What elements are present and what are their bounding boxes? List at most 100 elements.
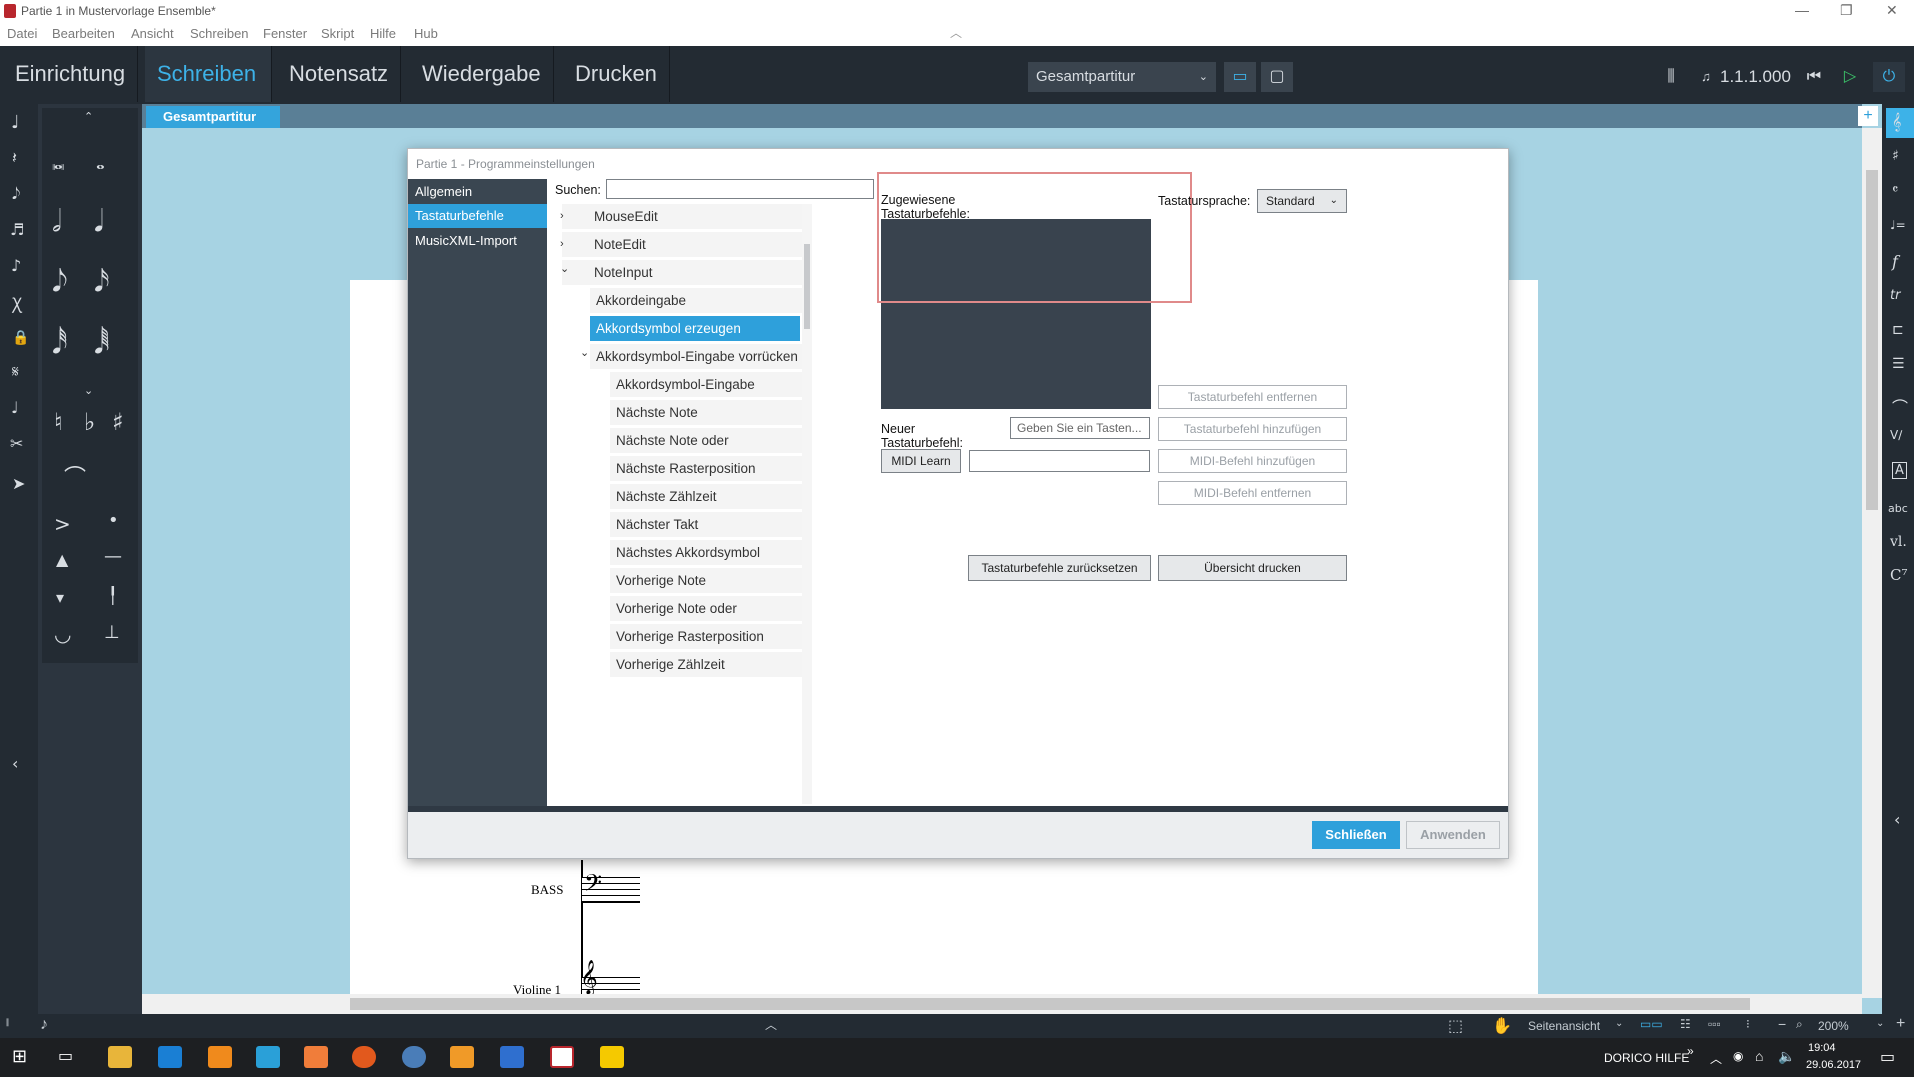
thunderbird-icon[interactable]: [402, 1046, 426, 1068]
sixtyfourth-note-icon[interactable]: 𝅘𝅥𝅱: [94, 326, 110, 361]
input-mode-icon[interactable]: 𝄁𝄁: [6, 1018, 9, 1029]
chord-icon[interactable]: ♪: [11, 256, 21, 275]
network-icon[interactable]: ⌂: [1755, 1048, 1763, 1064]
holds-icon[interactable]: ⌒: [1892, 394, 1908, 418]
close-button[interactable]: Schließen: [1312, 821, 1400, 849]
midi-learn-button[interactable]: MIDI Learn: [881, 449, 961, 473]
zoom-out-icon[interactable]: −: [1778, 1016, 1786, 1032]
play-icon[interactable]: ▷: [1834, 62, 1866, 92]
power-icon[interactable]: ⏻: [1873, 62, 1905, 92]
add-shortcut-button[interactable]: Tastaturbefehl hinzufügen: [1158, 417, 1347, 441]
tree-item-akkordeingabe[interactable]: Akkordeingabe: [590, 288, 803, 314]
add-midi-button[interactable]: MIDI-Befehl hinzufügen: [1158, 449, 1347, 473]
tray-app-icon[interactable]: ◉: [1733, 1049, 1743, 1063]
thirtysecond-note-icon[interactable]: 𝅘𝅥𝅰: [52, 326, 68, 361]
layout-select[interactable]: Gesamtpartitur ⌄: [1028, 62, 1216, 92]
rss-icon[interactable]: [450, 1046, 474, 1068]
tree-item-naechste-note-oder-rasterposition[interactable]: Nächste Note oder Rasterposition: [610, 428, 803, 474]
close-window-button[interactable]: ✕: [1886, 2, 1898, 19]
sixteenth-note-icon[interactable]: 𝅘𝅥𝅯: [94, 264, 110, 299]
task-view-icon[interactable]: ▭: [58, 1046, 73, 1066]
tree-item-vorherige-note-oder-rasterposition[interactable]: Vorherige Note oder Rasterposition: [610, 596, 803, 642]
reset-shortcuts-button[interactable]: Tastaturbefehle zurücksetzen: [968, 555, 1151, 581]
menu-skript[interactable]: Skript: [321, 26, 354, 41]
midi-input[interactable]: [969, 450, 1150, 472]
note-input-icon[interactable]: ♩: [11, 112, 20, 133]
metronome-icon[interactable]: ♫: [1690, 62, 1722, 92]
wedge-icon[interactable]: ╿: [108, 586, 118, 605]
single-page-icon[interactable]: ⁝: [1746, 1017, 1750, 1031]
minimize-button[interactable]: —: [1795, 2, 1809, 18]
tree-item-mouseedit[interactable]: MouseEdit: [562, 204, 803, 230]
mode-schreiben[interactable]: Schreiben: [145, 46, 272, 102]
view-select[interactable]: Seitenansicht: [1528, 1019, 1600, 1033]
grace-note-icon[interactable]: 𝅘𝅥𝅮: [12, 184, 20, 204]
menu-schreiben[interactable]: Schreiben: [190, 26, 249, 41]
accent-icon[interactable]: >: [54, 512, 71, 536]
tempo-icon[interactable]: ♩=: [1890, 218, 1906, 232]
horizontal-scroll-thumb[interactable]: [350, 998, 1750, 1010]
playing-techniques-icon[interactable]: V∕: [1890, 428, 1902, 442]
tree-item-noteedit[interactable]: NoteEdit: [562, 232, 803, 258]
edge-browser-icon[interactable]: [158, 1046, 182, 1068]
tree-item-naechste-rasterposition[interactable]: Nächste Rasterposition: [610, 456, 803, 482]
scroll-down-icon[interactable]: ⌄: [84, 384, 93, 397]
chevron-down-icon[interactable]: ⌄: [560, 262, 569, 275]
marcato-icon[interactable]: ▲: [56, 550, 68, 569]
scroll-up-icon[interactable]: ⌃: [84, 110, 93, 123]
mode-notensatz[interactable]: Notensatz: [277, 46, 402, 102]
tree-item-naechste-zaehlzeit[interactable]: Nächste Zählzeit: [610, 484, 803, 510]
rest-icon[interactable]: 𝄽: [12, 148, 17, 168]
xampp-icon[interactable]: [304, 1046, 328, 1068]
horizontal-view-icon[interactable]: ▫▫▫: [1708, 1017, 1721, 1031]
eighth-note-icon[interactable]: 𝅘𝅥𝅮: [52, 264, 68, 299]
tie-icon[interactable]: ♩: [11, 398, 19, 417]
menu-bearbeiten[interactable]: Bearbeiten: [52, 26, 115, 41]
chevron-right-icon[interactable]: ›: [560, 210, 564, 222]
add-tab-button[interactable]: +: [1858, 106, 1878, 126]
tree-item-akkordsymbol-eingabe-vorruecken[interactable]: Akkordsymbol-Eingabe vorrücken: [590, 344, 803, 370]
fermata-icon[interactable]: ◡: [54, 622, 71, 646]
windows-start-icon[interactable]: ⊞: [12, 1046, 27, 1067]
taskbar-app-label[interactable]: DORICO HILFE: [1604, 1051, 1689, 1065]
ornaments-icon[interactable]: tr: [1890, 288, 1900, 303]
page-view-icon[interactable]: ▢: [1261, 62, 1293, 92]
search-input[interactable]: [606, 179, 874, 199]
select-arrow-icon[interactable]: ➤: [12, 474, 25, 493]
keyboard-language-select[interactable]: Standard ⌄: [1257, 189, 1347, 213]
vlc-icon[interactable]: [208, 1046, 232, 1068]
clef-icon[interactable]: 𝄞: [1892, 112, 1901, 132]
rewind-icon[interactable]: ⏮: [1798, 62, 1830, 92]
mode-einrichtung[interactable]: Einrichtung: [3, 46, 139, 102]
storage-app-icon[interactable]: [600, 1046, 624, 1068]
file-explorer-icon[interactable]: [108, 1046, 132, 1068]
expand-lower-panel-icon[interactable]: ︿: [765, 1016, 777, 1033]
nav-musicxml-import[interactable]: MusicXML-Import: [408, 229, 547, 253]
tree-item-akkordsymbol-erzeugen[interactable]: Akkordsymbol erzeugen: [590, 316, 800, 342]
rehearsal-mark-icon[interactable]: vl.: [1890, 534, 1907, 550]
selection-tool-icon[interactable]: ⬚: [1448, 1016, 1463, 1036]
text-icon[interactable]: A: [1892, 462, 1907, 479]
tree-item-naechstes-akkordsymbol[interactable]: Nächstes Akkordsymbol: [610, 540, 803, 566]
tree-scroll-thumb[interactable]: [804, 244, 810, 329]
tree-item-naechster-takt[interactable]: Nächster Takt: [610, 512, 803, 538]
firefox-icon[interactable]: [352, 1046, 376, 1068]
stress-icon[interactable]: ⊥: [104, 622, 120, 643]
menu-ansicht[interactable]: Ansicht: [131, 26, 174, 41]
remove-midi-button[interactable]: MIDI-Befehl entfernen: [1158, 481, 1347, 505]
hand-tool-icon[interactable]: ✋: [1492, 1016, 1512, 1036]
whole-note-icon[interactable]: 𝅝: [96, 150, 105, 175]
remove-shortcut-button[interactable]: Tastaturbefehl entfernen: [1158, 385, 1347, 409]
barline-icon[interactable]: ☰: [1892, 356, 1905, 372]
time-signature-icon[interactable]: 𝄴: [1892, 182, 1898, 198]
note-duration-icon[interactable]: ♪: [40, 1016, 48, 1034]
action-center-icon[interactable]: ▭: [1880, 1047, 1895, 1067]
nav-allgemein[interactable]: Allgemein: [408, 180, 547, 204]
chevron-down-icon[interactable]: ⌄: [580, 346, 589, 359]
lyrics-icon[interactable]: abc: [1888, 502, 1908, 515]
slur-icon[interactable]: ⌒: [64, 460, 86, 492]
zoom-level[interactable]: 200%: [1818, 1019, 1849, 1033]
repeat-icon[interactable]: ⊏: [1892, 322, 1904, 338]
menu-hub[interactable]: Hub: [414, 26, 438, 41]
nav-tastaturbefehle[interactable]: Tastaturbefehle: [408, 204, 547, 228]
